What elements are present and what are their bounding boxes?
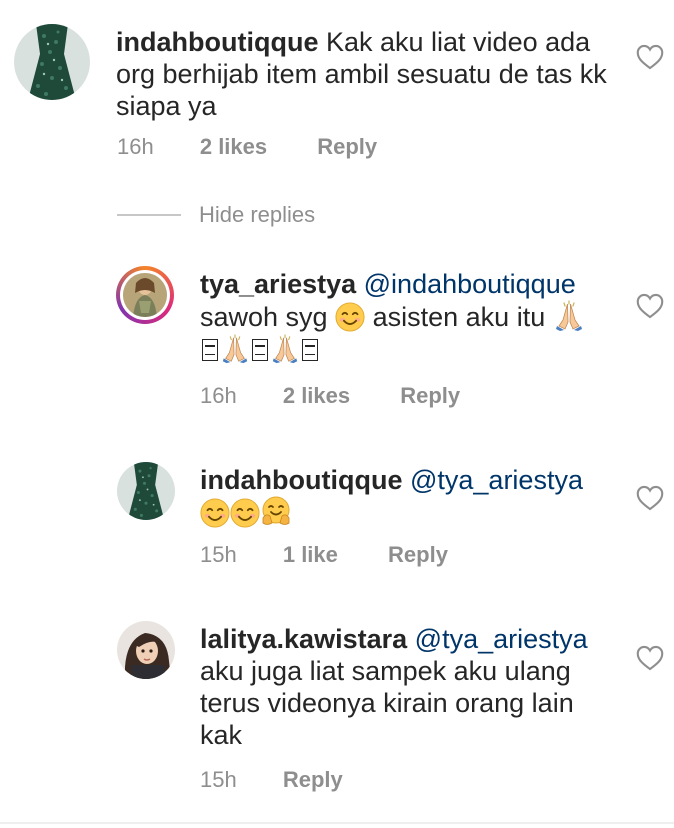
reply-button[interactable]: Reply bbox=[388, 542, 448, 568]
green-sequin-dress-avatar-image bbox=[14, 24, 90, 100]
reply-username[interactable]: indahboutiqque bbox=[200, 465, 402, 495]
comment-body: indahboutiqque Kak aku liat video ada or… bbox=[116, 26, 612, 122]
reply-time: 15h bbox=[200, 542, 237, 567]
mention-link[interactable]: @tya_ariestya bbox=[410, 465, 583, 495]
like-heart-icon[interactable] bbox=[636, 44, 664, 70]
likes-count[interactable]: 1 like bbox=[283, 542, 338, 568]
likes-count[interactable]: 2 likes bbox=[200, 134, 267, 160]
missing-glyph-icon bbox=[252, 339, 268, 361]
reply-time: 15h bbox=[200, 767, 237, 792]
missing-glyph-icon bbox=[302, 339, 318, 361]
replies-divider bbox=[117, 214, 181, 216]
like-heart-icon[interactable] bbox=[636, 293, 664, 319]
hide-replies-button[interactable]: Hide replies bbox=[199, 202, 315, 228]
reply-username[interactable]: lalitya.kawistara bbox=[200, 624, 407, 654]
reply-time: 16h bbox=[200, 383, 237, 408]
avatar[interactable] bbox=[14, 24, 90, 100]
comment-username[interactable]: indahboutiqque bbox=[116, 27, 318, 57]
reply-meta: 16h 2 likes Reply bbox=[200, 383, 460, 409]
reply-text: asisten aku itu bbox=[372, 302, 546, 332]
bottom-divider bbox=[0, 822, 674, 824]
green-sequin-dress-avatar-image bbox=[117, 462, 175, 520]
woman-portrait-avatar-image bbox=[123, 273, 167, 317]
hugging-face-emoji-icon bbox=[260, 496, 292, 528]
smiling-face-emoji-icon bbox=[230, 498, 260, 528]
likes-count[interactable]: 2 likes bbox=[283, 383, 350, 409]
like-heart-icon[interactable] bbox=[636, 485, 664, 511]
folded-hands-emoji-icon bbox=[220, 334, 250, 364]
mention-link[interactable]: @tya_ariestya bbox=[415, 624, 588, 654]
folded-hands-emoji-icon bbox=[270, 334, 300, 364]
smiling-face-emoji-icon bbox=[200, 498, 230, 528]
folded-hands-emoji-icon bbox=[553, 300, 585, 332]
girl-portrait-avatar-image bbox=[117, 621, 175, 679]
reply-meta: 15h 1 like Reply bbox=[200, 542, 448, 568]
reply-button[interactable]: Reply bbox=[400, 383, 460, 409]
reply-body: indahboutiqque @tya_ariestya bbox=[200, 464, 620, 529]
like-heart-icon[interactable] bbox=[636, 645, 664, 671]
reply-meta: 15h Reply bbox=[200, 767, 343, 793]
avatar-with-story-ring[interactable] bbox=[116, 266, 174, 324]
reply-text: sawoh syg bbox=[200, 302, 328, 332]
reply-body: lalitya.kawistara @tya_ariestya aku juga… bbox=[200, 623, 620, 751]
reply-text: aku juga liat sampek aku ulang terus vid… bbox=[200, 656, 574, 750]
avatar[interactable] bbox=[117, 621, 175, 679]
comment-time: 16h bbox=[117, 134, 154, 159]
missing-glyph-icon bbox=[202, 339, 218, 361]
avatar[interactable] bbox=[117, 462, 175, 520]
reply-username[interactable]: tya_ariestya bbox=[200, 269, 356, 299]
smiling-face-emoji-icon bbox=[335, 302, 365, 332]
reply-button[interactable]: Reply bbox=[283, 767, 343, 793]
reply-body: tya_ariestya @indahboutiqque sawoh syg a… bbox=[200, 268, 620, 365]
reply-button[interactable]: Reply bbox=[317, 134, 377, 160]
mention-link[interactable]: @indahboutiqque bbox=[364, 269, 576, 299]
comment-meta: 16h 2 likes Reply bbox=[117, 134, 377, 160]
